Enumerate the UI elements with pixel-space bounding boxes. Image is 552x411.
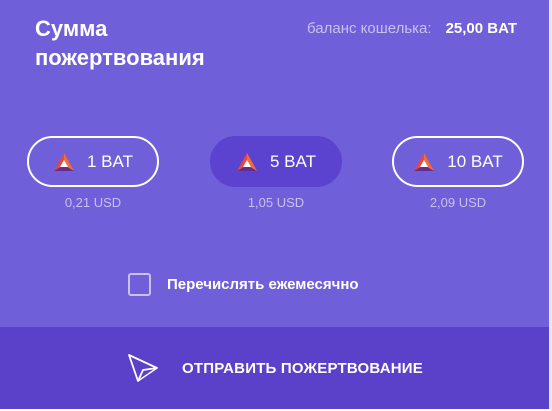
- amount-label-3: 10 BAT: [447, 151, 503, 171]
- amount-usd-2: 1,05 USD: [247, 195, 305, 210]
- amount-button-1-bat[interactable]: 1 BAT: [27, 136, 159, 187]
- amount-button-10-bat[interactable]: 10 BAT: [392, 136, 524, 187]
- amount-usd-1: 0,21 USD: [64, 195, 122, 210]
- wallet-balance-label: баланс кошелька:: [307, 20, 432, 37]
- send-donation-button[interactable]: ОТПРАВИТЬ ПОЖЕРТВОВАНИЕ: [0, 327, 549, 409]
- bat-logo-icon: [237, 152, 257, 171]
- monthly-label: Перечислять ежемесячно: [167, 276, 359, 293]
- amount-option-1: 1 BAT 0,21 USD: [27, 136, 159, 210]
- send-donation-label: ОТПРАВИТЬ ПОЖЕРТВОВАНИЕ: [182, 359, 423, 377]
- amount-label-2: 5 BAT: [270, 151, 316, 171]
- monthly-checkbox[interactable]: [128, 273, 151, 296]
- amount-options: 1 BAT 0,21 USD 5 BAT 1,05 USD 10 BAT 2,0…: [0, 136, 549, 216]
- amount-usd-3: 2,09 USD: [429, 195, 487, 210]
- paper-plane-icon: [128, 354, 158, 382]
- bat-logo-icon: [54, 152, 74, 171]
- bat-logo-icon: [414, 152, 435, 171]
- amount-button-5-bat[interactable]: 5 BAT: [210, 136, 342, 187]
- amount-option-2: 5 BAT 1,05 USD: [210, 136, 342, 210]
- panel-title: Сумма пожертвования: [35, 16, 205, 70]
- amount-label-1: 1 BAT: [87, 151, 133, 171]
- wallet-balance: баланс кошелька: 25,00 BAT: [307, 20, 517, 37]
- amount-option-3: 10 BAT 2,09 USD: [392, 136, 524, 210]
- tip-panel: Сумма пожертвования баланс кошелька: 25,…: [0, 0, 552, 411]
- wallet-balance-value: 25,00 BAT: [445, 20, 517, 37]
- monthly-toggle[interactable]: Перечислять ежемесячно: [128, 273, 359, 296]
